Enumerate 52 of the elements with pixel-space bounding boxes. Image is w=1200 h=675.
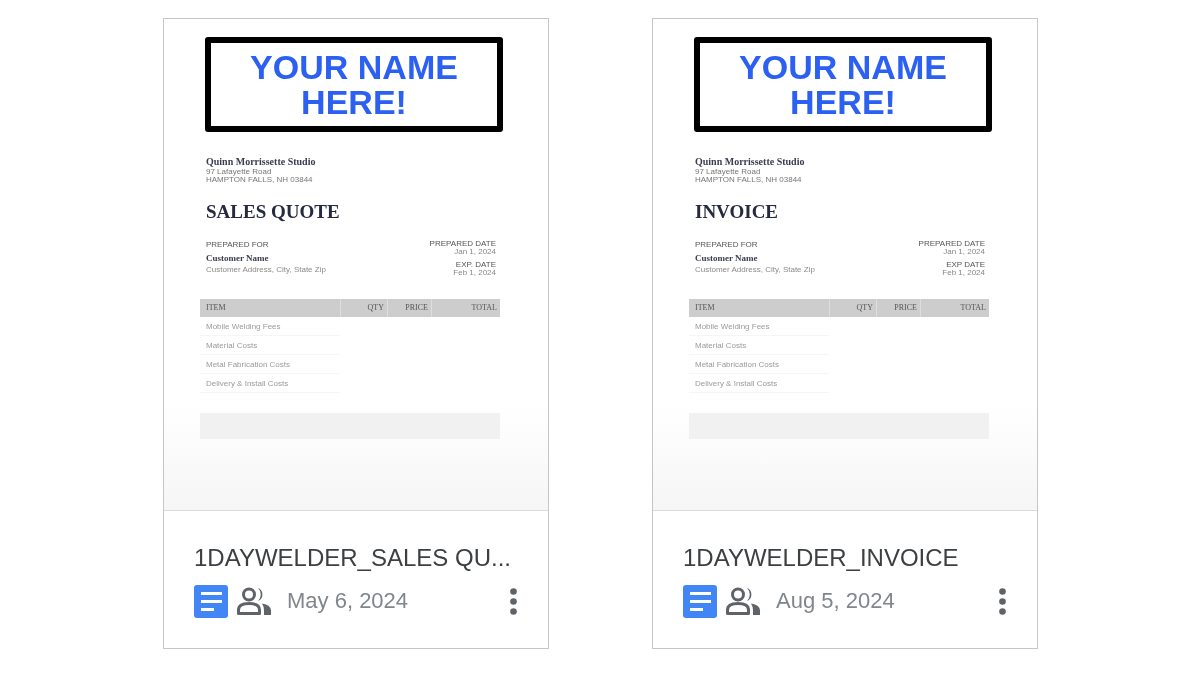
kebab-icon — [510, 587, 517, 615]
more-options-button[interactable] — [999, 587, 1006, 615]
date-label: EXP DATE — [945, 261, 985, 269]
name-banner: YOUR NAME HERE! — [205, 37, 503, 132]
document-icon — [194, 584, 228, 618]
name-banner: YOUR NAME HERE! — [694, 37, 992, 132]
column-header: QTY — [340, 299, 387, 317]
table-cell: Metal Fabrication Costs — [200, 355, 340, 374]
date-label: PREPARED DATE — [429, 240, 496, 248]
modified-date: Aug 5, 2024 — [776, 588, 895, 614]
column-header: QTY — [829, 299, 876, 317]
date-value: Jan 1, 2024 — [453, 248, 496, 256]
customer-name: Customer Name — [695, 253, 759, 264]
modified-date: May 6, 2024 — [287, 588, 409, 614]
document-title: INVOICE — [695, 201, 780, 223]
address-line: 97 Lafayette Road — [695, 168, 762, 176]
column-header: PRICE — [387, 299, 431, 317]
column-header: ITEM — [200, 299, 340, 317]
kebab-icon — [999, 587, 1006, 615]
customer-name: Customer Name — [206, 253, 270, 264]
file-card[interactable] — [652, 18, 1038, 649]
table-cell: Mobile Welding Fees — [200, 317, 340, 336]
file-name: 1DAYWELDER_INVOICE — [683, 544, 960, 572]
column-header: TOTAL — [920, 299, 989, 317]
table-cell: Material Costs — [689, 336, 829, 355]
table-cell: Delivery & Install Costs — [689, 374, 829, 393]
document-icon — [683, 584, 717, 618]
company-name: Quinn Morrissette Studio — [695, 156, 806, 168]
date-value: Feb 1, 2024 — [941, 269, 985, 277]
address-line: HAMPTON FALLS, NH 03844 — [695, 176, 803, 184]
column-header: PRICE — [876, 299, 920, 317]
customer-address: Customer Address, City, State Zip — [695, 265, 815, 274]
table-cell: Metal Fabrication Costs — [689, 355, 829, 374]
table-cell: Mobile Welding Fees — [689, 317, 829, 336]
address-line: 97 Lafayette Road — [206, 168, 273, 176]
date-label: PREPARED DATE — [918, 240, 985, 248]
column-header: TOTAL — [431, 299, 500, 317]
table-cell: Material Costs — [200, 336, 340, 355]
column-header: ITEM — [689, 299, 829, 317]
document-title: SALES QUOTE — [206, 201, 341, 223]
file-name: 1DAYWELDER_SALES QU... — [194, 544, 512, 572]
file-card[interactable] — [163, 18, 549, 649]
date-value: Feb 1, 2024 — [452, 269, 496, 277]
customer-address: Customer Address, City, State Zip — [206, 265, 326, 274]
table-cell: Delivery & Install Costs — [200, 374, 340, 393]
company-name: Quinn Morrissette Studio — [206, 156, 317, 168]
address-line: HAMPTON FALLS, NH 03844 — [206, 176, 314, 184]
date-value: Jan 1, 2024 — [942, 248, 985, 256]
field-label: PREPARED FOR — [695, 240, 759, 249]
date-label: EXP. DATE — [454, 261, 496, 269]
field-label: PREPARED FOR — [206, 240, 270, 249]
more-options-button[interactable] — [510, 587, 517, 615]
